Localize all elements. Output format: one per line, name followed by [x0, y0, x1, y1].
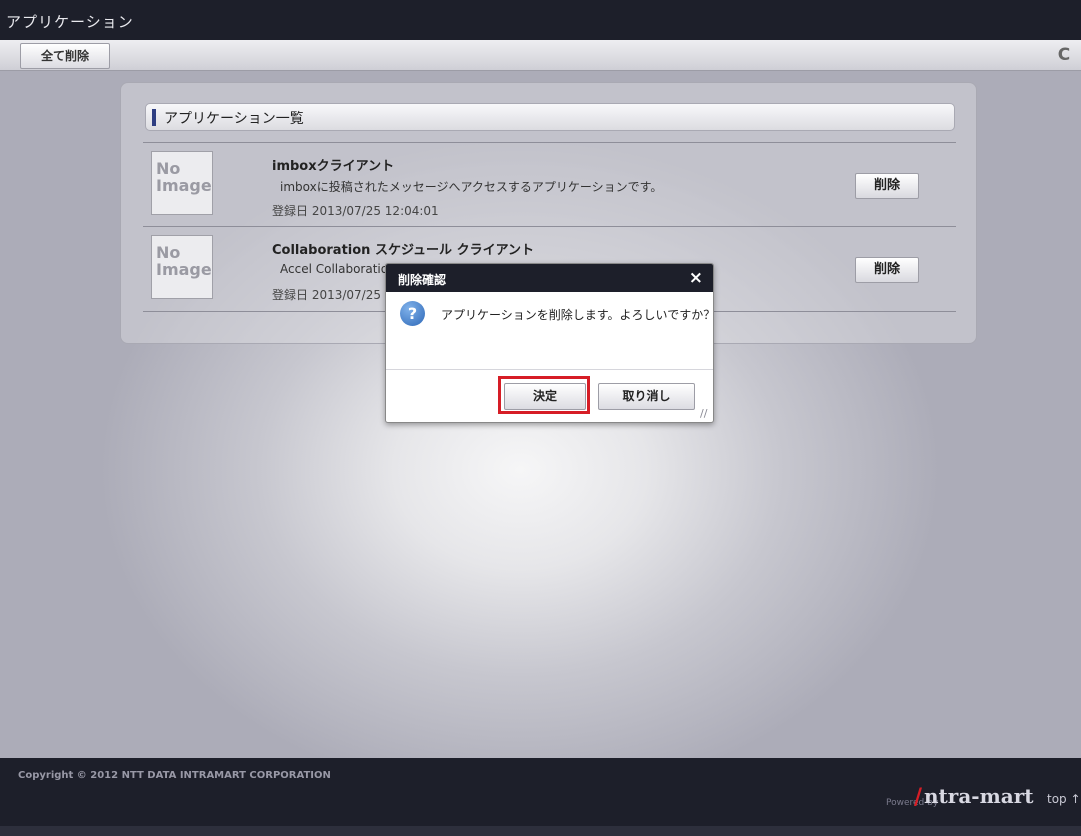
app-description: imboxに投稿されたメッセージへアクセスするアプリケーションです。 — [280, 180, 663, 194]
app-description: Accel Collaboratio — [280, 262, 389, 276]
window-title: アプリケーション — [6, 13, 134, 31]
panel-title: アプリケーション一覧 — [164, 111, 304, 127]
no-image-thumbnail: No Image — [151, 235, 213, 299]
thumb-text-line-2: Image — [156, 260, 212, 279]
header-accent-bar — [152, 109, 156, 126]
footer-bottom-strip — [0, 826, 1081, 836]
toolbar: 全て削除 C — [0, 40, 1081, 71]
delete-confirm-dialog: 削除確認 × ? アプリケーションを削除します。よろしいですか？ 決定 取り消し… — [385, 263, 714, 423]
app-name: Collaboration スケジュール クライアント — [272, 243, 535, 258]
resize-grip-icon[interactable]: // — [700, 408, 710, 419]
back-to-top-link[interactable]: top ↑ — [1047, 792, 1081, 806]
dialog-title: 削除確認 — [398, 273, 447, 287]
delete-all-button[interactable]: 全て削除 — [20, 43, 110, 69]
thumb-text-line-1: No — [156, 159, 181, 178]
thumb-text-line-2: Image — [156, 176, 212, 195]
footer: Copyright © 2012 NTT DATA INTRAMART CORP… — [0, 758, 1081, 836]
title-bar: アプリケーション — [0, 0, 1081, 40]
question-icon: ? — [400, 301, 425, 326]
app-registered-date: 登録日 2013/07/25 — [272, 288, 381, 302]
logo-text: ntra-mart — [924, 784, 1034, 808]
dialog-divider — [386, 369, 713, 370]
app-registered-date: 登録日 2013/07/25 12:04:01 — [272, 204, 439, 218]
cancel-button[interactable]: 取り消し — [598, 383, 695, 410]
app-row-imbox: No Image imboxクライアント imboxに投稿されたメッセージへアク… — [143, 142, 956, 227]
delete-button[interactable]: 削除 — [855, 173, 919, 199]
no-image-thumbnail: No Image — [151, 151, 213, 215]
logo-slash-icon: / — [914, 784, 923, 810]
thumb-text-line-1: No — [156, 243, 181, 262]
delete-button[interactable]: 削除 — [855, 257, 919, 283]
intra-mart-logo: / ntra-mart — [914, 784, 1034, 810]
dialog-title-bar[interactable]: 削除確認 × — [386, 264, 713, 292]
app-name: imboxクライアント — [272, 159, 395, 174]
close-icon[interactable]: × — [689, 268, 703, 288]
dialog-message: アプリケーションを削除します。よろしいですか？ — [441, 308, 714, 322]
copyright-text: Copyright © 2012 NTT DATA INTRAMART CORP… — [18, 770, 331, 781]
refresh-icon[interactable]: C — [1053, 44, 1075, 66]
panel-header: アプリケーション一覧 — [145, 103, 955, 131]
ok-button[interactable]: 決定 — [504, 383, 586, 410]
